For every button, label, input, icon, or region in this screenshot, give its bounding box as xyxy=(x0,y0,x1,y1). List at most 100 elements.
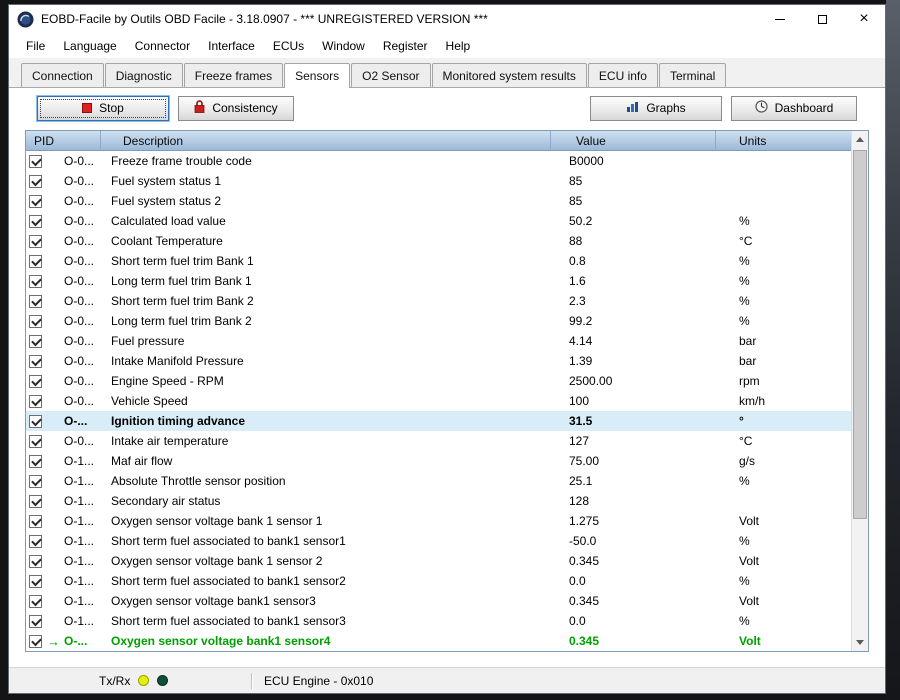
menu-item-language[interactable]: Language xyxy=(54,35,125,57)
row-checkbox[interactable] xyxy=(29,254,42,268)
description-cell: Fuel pressure xyxy=(111,334,185,348)
scrollbar-thumb[interactable] xyxy=(853,150,867,520)
row-checkbox[interactable] xyxy=(29,354,42,368)
table-row[interactable]: O-... Ignition timing advance 31.5 ° xyxy=(26,411,851,431)
column-header-description[interactable]: Description xyxy=(101,131,551,150)
row-checkbox[interactable] xyxy=(29,594,42,608)
minimize-icon xyxy=(775,18,785,20)
row-checkbox[interactable] xyxy=(29,534,42,548)
minimize-button[interactable] xyxy=(759,5,801,33)
title-bar: EOBD-Facile by Outils OBD Facile - 3.18.… xyxy=(9,5,885,33)
close-button[interactable]: × xyxy=(843,5,885,33)
table-row[interactable]: O-0... Coolant Temperature 88 °C xyxy=(26,231,851,251)
tab-diagnostic[interactable]: Diagnostic xyxy=(104,63,183,87)
row-checkbox[interactable] xyxy=(29,214,42,228)
menu-item-register[interactable]: Register xyxy=(374,35,437,57)
menu-item-file[interactable]: File xyxy=(17,35,54,57)
table-row[interactable]: O-1... Short term fuel associated to bank… xyxy=(26,571,851,591)
menu-item-ecus[interactable]: ECUs xyxy=(264,35,313,57)
row-checkbox[interactable] xyxy=(29,234,42,248)
row-checkbox[interactable] xyxy=(29,314,42,328)
table-row[interactable]: O-0... Long term fuel trim Bank 1 1.6% xyxy=(26,271,851,291)
rx-led-icon xyxy=(157,675,169,686)
row-checkbox[interactable] xyxy=(29,394,42,408)
tab-bar: Connection Diagnostic Freeze frames Sensors… xyxy=(9,58,885,88)
table-row[interactable]: O-0... Intake air temperature 127 °C xyxy=(26,431,851,451)
value-cell: 1.39 xyxy=(569,354,593,368)
tab-connection[interactable]: Connection xyxy=(21,63,104,87)
row-checkbox[interactable] xyxy=(29,194,42,208)
table-row[interactable]: O-0... Vehicle Speed 100 km/h xyxy=(26,391,851,411)
table-row[interactable]: O-1... Secondary air status 128 xyxy=(26,491,851,511)
scrollbar-track[interactable] xyxy=(852,148,868,634)
row-checkbox[interactable] xyxy=(29,614,42,628)
tab-o2-sensor[interactable]: O2 Sensor xyxy=(351,63,431,87)
row-checkbox[interactable] xyxy=(29,294,42,308)
table-row[interactable]: O-0... Calculated load value 50.2% xyxy=(26,211,851,231)
maximize-button[interactable] xyxy=(801,5,843,33)
table-row[interactable]: O-1... Oxygen sensor voltage bank 1 senso… xyxy=(26,551,851,571)
table-row[interactable]: O-0... Engine Speed - RPM 2500.00 rpm xyxy=(26,371,851,391)
pid-cell: O-1... xyxy=(26,494,101,508)
sensors-table: PID Description Value Units O-0... Freeze… xyxy=(25,130,869,652)
stop-button[interactable]: Stop xyxy=(37,95,169,121)
table-row[interactable]: O-0... Fuel system status 1 85 xyxy=(26,171,851,191)
table-row[interactable]: O-0... Long term fuel trim Bank 2 99.2% xyxy=(26,311,851,331)
row-checkbox[interactable] xyxy=(29,494,42,508)
row-checkbox[interactable] xyxy=(29,414,42,428)
row-checkbox[interactable] xyxy=(29,454,42,468)
menu-item-window[interactable]: Window xyxy=(313,35,374,57)
dashboard-button[interactable]: Dashboard xyxy=(731,95,857,121)
pid-text: O-0... xyxy=(64,254,95,268)
description-cell: Engine Speed - RPM xyxy=(111,374,224,388)
table-row[interactable]: O-1... Oxygen sensor voltage bank1 sensor… xyxy=(26,591,851,611)
value-cell: 100 xyxy=(569,394,590,408)
row-checkbox[interactable] xyxy=(29,434,42,448)
pid-cell: O-0... xyxy=(26,154,101,168)
table-row[interactable]: O-0... Short term fuel trim Bank 2 2.3% xyxy=(26,291,851,311)
pid-text: O-... xyxy=(64,414,88,428)
table-row[interactable]: → O-... Oxygen sensor voltage bank1 sensor… xyxy=(26,631,851,651)
tab-monitored-system-results[interactable]: Monitored system results xyxy=(431,63,587,87)
row-checkbox[interactable] xyxy=(29,514,42,528)
table-row[interactable]: O-1... Oxygen sensor voltage bank 1 senso… xyxy=(26,511,851,531)
row-checkbox[interactable] xyxy=(29,554,42,568)
table-row[interactable]: O-0... Freeze frame trouble code B0000 xyxy=(26,151,851,171)
row-checkbox[interactable] xyxy=(29,634,42,648)
column-header-value[interactable]: Value xyxy=(551,131,716,150)
pid-cell: O-0... xyxy=(26,274,101,288)
pid-cell: O-1... xyxy=(26,474,101,488)
table-row[interactable]: O-0... Fuel pressure 4.14 bar xyxy=(26,331,851,351)
table-row[interactable]: O-0... Intake Manifold Pressure 1.39 bar xyxy=(26,351,851,371)
row-checkbox[interactable] xyxy=(29,174,42,188)
current-row-arrow-icon: → xyxy=(47,634,60,648)
row-checkbox[interactable] xyxy=(29,374,42,388)
pid-cell: O-0... xyxy=(26,174,101,188)
tab-ecu-info[interactable]: ECU info xyxy=(587,63,658,87)
menu-item-connector[interactable]: Connector xyxy=(126,35,199,57)
table-row[interactable]: O-1... Short term fuel associated to bank… xyxy=(26,611,851,631)
description-cell: Oxygen sensor voltage bank1 sensor4 xyxy=(111,634,331,648)
row-checkbox[interactable] xyxy=(29,474,42,488)
scroll-up-button[interactable] xyxy=(852,131,868,148)
tab-sensors[interactable]: Sensors xyxy=(284,63,351,88)
scroll-down-button[interactable] xyxy=(852,634,868,651)
column-header-pid[interactable]: PID xyxy=(26,131,101,150)
menu-item-help[interactable]: Help xyxy=(437,35,480,57)
vertical-scrollbar[interactable] xyxy=(851,131,868,651)
table-row[interactable]: O-0... Short term fuel trim Bank 1 0.8% xyxy=(26,251,851,271)
tab-freeze-frames[interactable]: Freeze frames xyxy=(183,63,284,87)
table-row[interactable]: O-1... Absolute Throttle sensor position 2… xyxy=(26,471,851,491)
column-header-units[interactable]: Units xyxy=(716,131,851,150)
row-checkbox[interactable] xyxy=(29,274,42,288)
row-checkbox[interactable] xyxy=(29,334,42,348)
table-row[interactable]: O-1... Maf air flow 75.00 g/s xyxy=(26,451,851,471)
row-checkbox[interactable] xyxy=(29,154,42,168)
row-checkbox[interactable] xyxy=(29,574,42,588)
menu-item-interface[interactable]: Interface xyxy=(199,35,264,57)
tab-terminal[interactable]: Terminal xyxy=(658,63,727,87)
table-row[interactable]: O-1... Short term fuel associated to bank… xyxy=(26,531,851,551)
table-row[interactable]: O-0... Fuel system status 2 85 xyxy=(26,191,851,211)
graphs-button[interactable]: Graphs xyxy=(590,95,722,121)
consistency-button[interactable]: Consistency xyxy=(178,95,294,121)
